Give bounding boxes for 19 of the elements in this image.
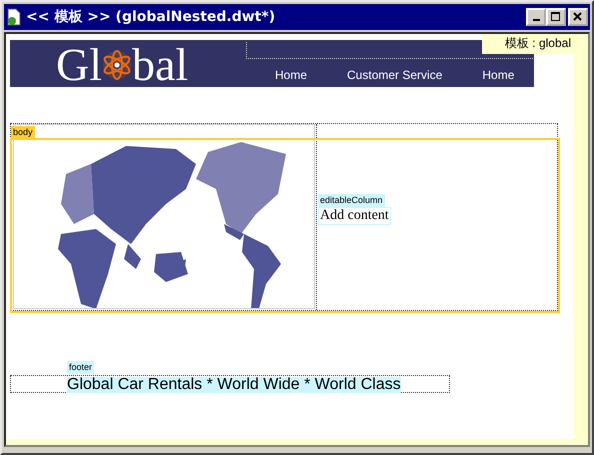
region-tag: body [11, 126, 35, 139]
window-title: << 模板 >> (globalNested.dwt*) [26, 8, 276, 26]
maximize-button[interactable] [546, 8, 566, 26]
maximize-icon [551, 12, 561, 22]
nav-link[interactable]: Customer Service [347, 68, 442, 82]
minimize-button[interactable] [526, 8, 546, 26]
content-field[interactable]: Add content [318, 207, 391, 225]
footer-text: Global Car Rentals * World Wide * World Class [67, 377, 401, 393]
region-tag: footer [67, 361, 94, 374]
close-button[interactable] [568, 8, 588, 26]
nav-link[interactable]: Home [275, 68, 308, 82]
document-icon [6, 8, 22, 26]
logo-text: bal [132, 42, 188, 86]
template-tag: 模板 : global [482, 34, 573, 54]
logo-text: Gl [56, 42, 102, 86]
region-tag: editableColumn [318, 194, 385, 207]
nav-link[interactable]: Home [482, 68, 514, 82]
close-icon [573, 12, 583, 22]
minimize-icon [532, 19, 540, 21]
